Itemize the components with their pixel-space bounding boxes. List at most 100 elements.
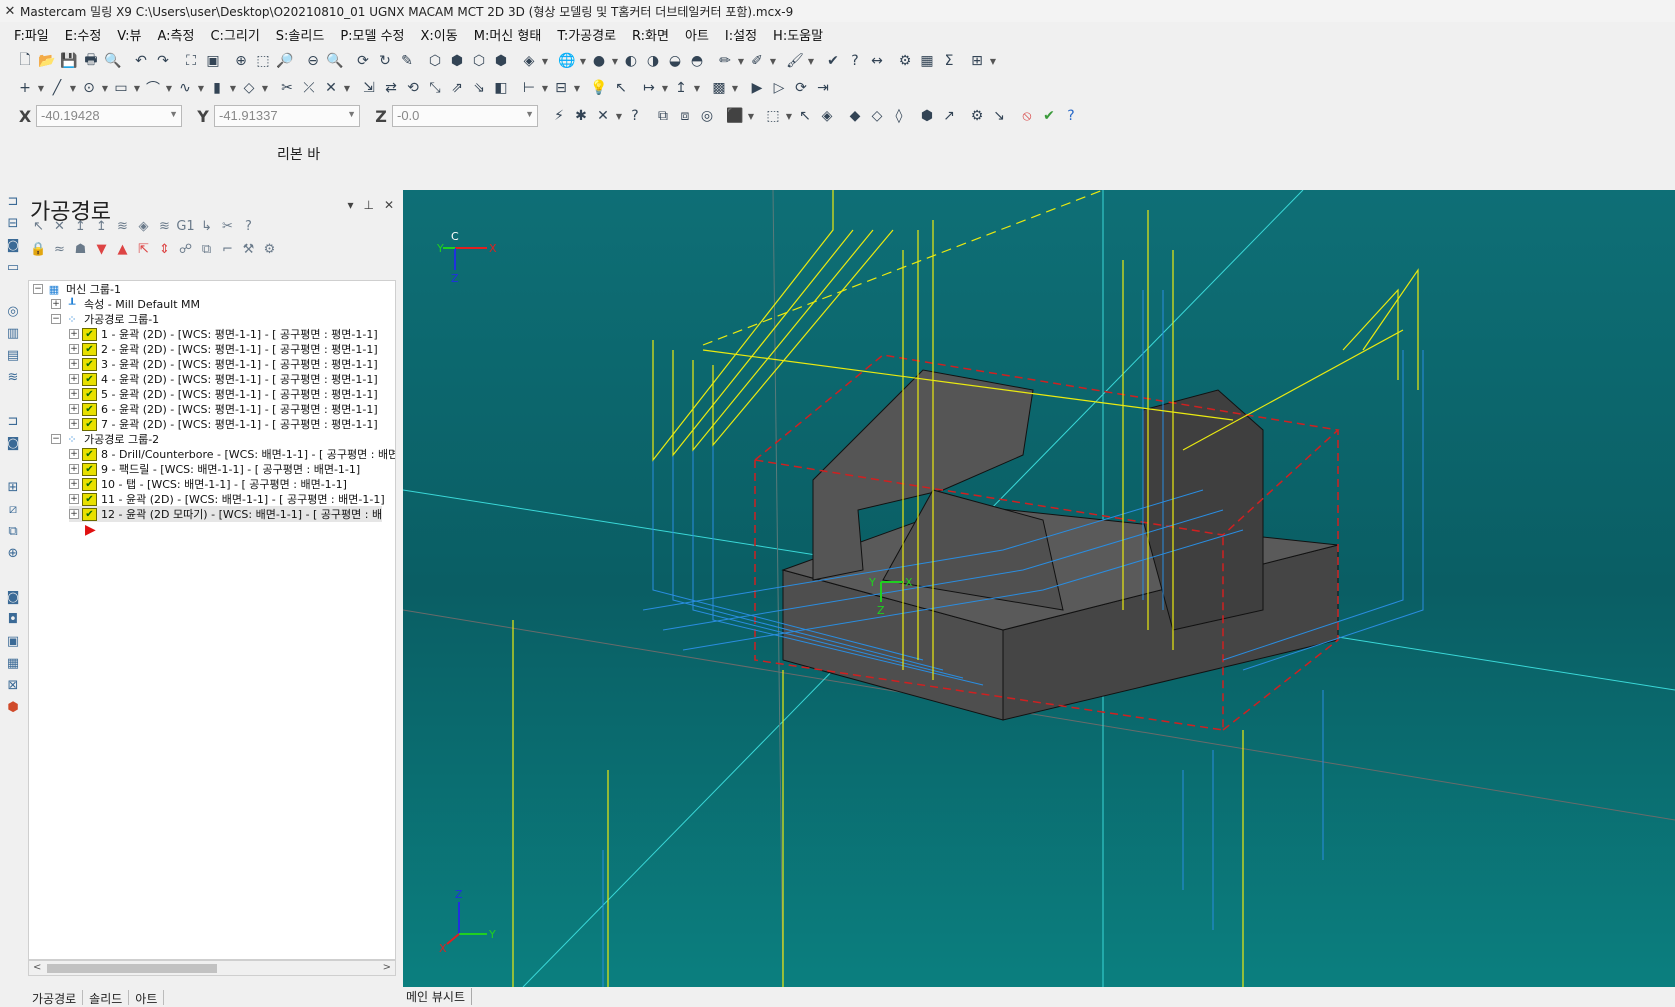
- body-icon[interactable]: ◆: [844, 105, 866, 127]
- tree-node-op[interactable]: + ✔ 9 - 팩드릴 - [WCS: 배면-1-1] - [ 공구평면 : 배…: [69, 461, 360, 477]
- note-icon[interactable]: 💡: [588, 77, 610, 99]
- delete-icon[interactable]: ✕: [320, 77, 342, 99]
- router-op-icon[interactable]: ▦: [0, 652, 26, 674]
- chevron-down-icon[interactable]: ▼: [806, 50, 816, 72]
- contour-icon[interactable]: ⊐: [0, 190, 26, 212]
- xform-rotate-icon[interactable]: ⟲: [402, 77, 424, 99]
- tab-toolpaths[interactable]: 가공경로: [26, 990, 84, 1006]
- leader-icon[interactable]: ↖: [610, 77, 632, 99]
- chevron-down-icon[interactable]: ▼: [784, 105, 794, 127]
- tree-node-op[interactable]: + ✔ 7 - 윤곽 (2D) - [WCS: 평면-1-1] - [ 공구평면…: [69, 416, 378, 432]
- unzoom-icon[interactable]: ⊖: [302, 50, 324, 72]
- tree-node-op[interactable]: + ✔ 2 - 윤곽 (2D) - [WCS: 평면-1-1] - [ 공구평면…: [69, 341, 378, 357]
- undo-icon[interactable]: ↶: [130, 50, 152, 72]
- menu-edit[interactable]: E:수정: [65, 25, 102, 44]
- tree-node-op[interactable]: + ✔ 4 - 윤곽 (2D) - [WCS: 평면-1-1] - [ 공구평면…: [69, 371, 378, 387]
- print-icon[interactable]: 🖶: [80, 50, 102, 72]
- pencil-multi-icon[interactable]: ✐: [746, 50, 768, 72]
- chevron-down-icon[interactable]: ▼: [68, 77, 78, 99]
- close-icon[interactable]: ✕: [384, 198, 394, 212]
- chevron-down-icon[interactable]: ▼: [540, 50, 550, 72]
- chevron-down-icon[interactable]: ▼: [692, 77, 702, 99]
- view-cube-icon[interactable]: ◈: [518, 50, 540, 72]
- expand-collapse-icon[interactable]: ⇕: [154, 238, 175, 260]
- chevron-down-icon[interactable]: ▼: [578, 50, 588, 72]
- edge-icon[interactable]: ◊: [888, 105, 910, 127]
- regen-selected-icon[interactable]: ↥: [70, 215, 91, 237]
- z-coord-input[interactable]: -0.0 ▼: [392, 105, 538, 127]
- scroll-right-icon[interactable]: >: [383, 962, 391, 973]
- sim-backplot-icon[interactable]: ▷: [768, 77, 790, 99]
- menu-file[interactable]: F:파일: [14, 25, 49, 44]
- view-front-icon[interactable]: ⬡: [468, 50, 490, 72]
- trim-icon[interactable]: ✂: [276, 77, 298, 99]
- expand-icon[interactable]: +: [69, 479, 79, 489]
- g1-post-icon[interactable]: G1: [175, 215, 196, 237]
- break-icon[interactable]: ⤫: [298, 77, 320, 99]
- chevron-down-icon[interactable]: ▼: [132, 77, 142, 99]
- chevron-down-icon[interactable]: ▼: [572, 77, 582, 99]
- menu-model-prep[interactable]: P:모델 수정: [340, 25, 404, 44]
- insert-arrow-icon[interactable]: ⇱: [133, 238, 154, 260]
- no-hidden-icon[interactable]: ◓: [686, 50, 708, 72]
- grid-icon[interactable]: ▦: [916, 50, 938, 72]
- expand-icon[interactable]: +: [69, 419, 79, 429]
- ghost-icon[interactable]: ☗: [70, 238, 91, 260]
- verify-icon[interactable]: ⚙: [966, 105, 988, 127]
- zoom-out-icon[interactable]: 🔍: [324, 50, 346, 72]
- menu-machine-type[interactable]: M:머신 형태: [474, 25, 542, 44]
- graphics-viewport[interactable]: C X Y Z X Y Z Z Y X: [403, 190, 1675, 987]
- distance-icon[interactable]: ↔: [866, 50, 888, 72]
- chevron-down-icon[interactable]: ▼: [260, 77, 270, 99]
- chevron-down-icon[interactable]: ▼: [164, 77, 174, 99]
- tree-node-op[interactable]: + ✔ 10 - 탭 - [WCS: 배면-1-1] - [ 공구평면 : 배면…: [69, 476, 347, 492]
- menu-solids[interactable]: S:솔리드: [276, 25, 325, 44]
- circle-icon[interactable]: ⊙: [78, 77, 100, 99]
- verify-icon[interactable]: ◈: [133, 215, 154, 237]
- tree-node-op[interactable]: + ✔ 1 - 윤곽 (2D) - [WCS: 평면-1-1] - [ 공구평면…: [69, 326, 378, 342]
- viewsheet-tab[interactable]: 메인 뷰시트: [406, 988, 473, 1005]
- tree-horizontal-scrollbar[interactable]: < >: [28, 960, 396, 976]
- hidden-line-icon[interactable]: ◒: [664, 50, 686, 72]
- help-icon[interactable]: ?: [624, 105, 646, 127]
- toggle-display-icon[interactable]: ≈: [49, 238, 70, 260]
- chevron-down-icon[interactable]: ▼: [100, 77, 110, 99]
- expand-icon[interactable]: +: [69, 509, 79, 519]
- expand-icon[interactable]: +: [51, 299, 61, 309]
- expand-icon[interactable]: +: [69, 329, 79, 339]
- cylinder-icon[interactable]: ▮: [206, 77, 228, 99]
- snap-x-icon[interactable]: ✕: [592, 105, 614, 127]
- pointer-solid-icon[interactable]: ↗: [938, 105, 960, 127]
- lathe-op-icon[interactable]: ◘: [0, 608, 26, 630]
- sim-regen-icon[interactable]: ⟳: [790, 77, 812, 99]
- expand-icon[interactable]: +: [69, 389, 79, 399]
- chevron-down-icon[interactable]: ▼: [736, 50, 746, 72]
- show-selected-icon[interactable]: ☍: [175, 238, 196, 260]
- select-invalid-icon[interactable]: ✕: [49, 215, 70, 237]
- select-only-icon[interactable]: ⧈: [674, 105, 696, 127]
- surface-rough-icon[interactable]: ⊐: [0, 410, 26, 432]
- collapse-icon[interactable]: −: [51, 314, 61, 324]
- expand-icon[interactable]: +: [69, 359, 79, 369]
- analyze-icon[interactable]: ?: [844, 50, 866, 72]
- wireframe-icon[interactable]: ◑: [642, 50, 664, 72]
- expand-icon[interactable]: +: [69, 494, 79, 504]
- chevron-down-icon[interactable]: ▾: [347, 198, 353, 212]
- xform-stretch-icon[interactable]: ⇘: [468, 77, 490, 99]
- redo-icon[interactable]: ↷: [152, 50, 174, 72]
- thread-mill-icon[interactable]: ▤: [0, 344, 26, 366]
- tree-node-op[interactable]: + ✔ 3 - 윤곽 (2D) - [WCS: 평면-1-1] - [ 공구평면…: [69, 356, 378, 372]
- expand-icon[interactable]: +: [69, 449, 79, 459]
- xform-solid-icon[interactable]: ◧: [490, 77, 512, 99]
- multiaxis-icon[interactable]: ⊠: [0, 674, 26, 696]
- chevron-down-icon[interactable]: ▼: [228, 77, 238, 99]
- stop-icon[interactable]: ⦸: [1016, 105, 1038, 127]
- collapse-icon[interactable]: −: [33, 284, 43, 294]
- nest-icon[interactable]: ⧉: [0, 520, 26, 542]
- menu-art[interactable]: 아트: [685, 25, 709, 44]
- helix-icon[interactable]: ≋: [0, 366, 26, 388]
- xform-offset-icon[interactable]: ⇗: [446, 77, 468, 99]
- solid-select-icon[interactable]: ◈: [816, 105, 838, 127]
- point-icon[interactable]: +: [14, 77, 36, 99]
- chevron-down-icon[interactable]: ▼: [525, 109, 534, 119]
